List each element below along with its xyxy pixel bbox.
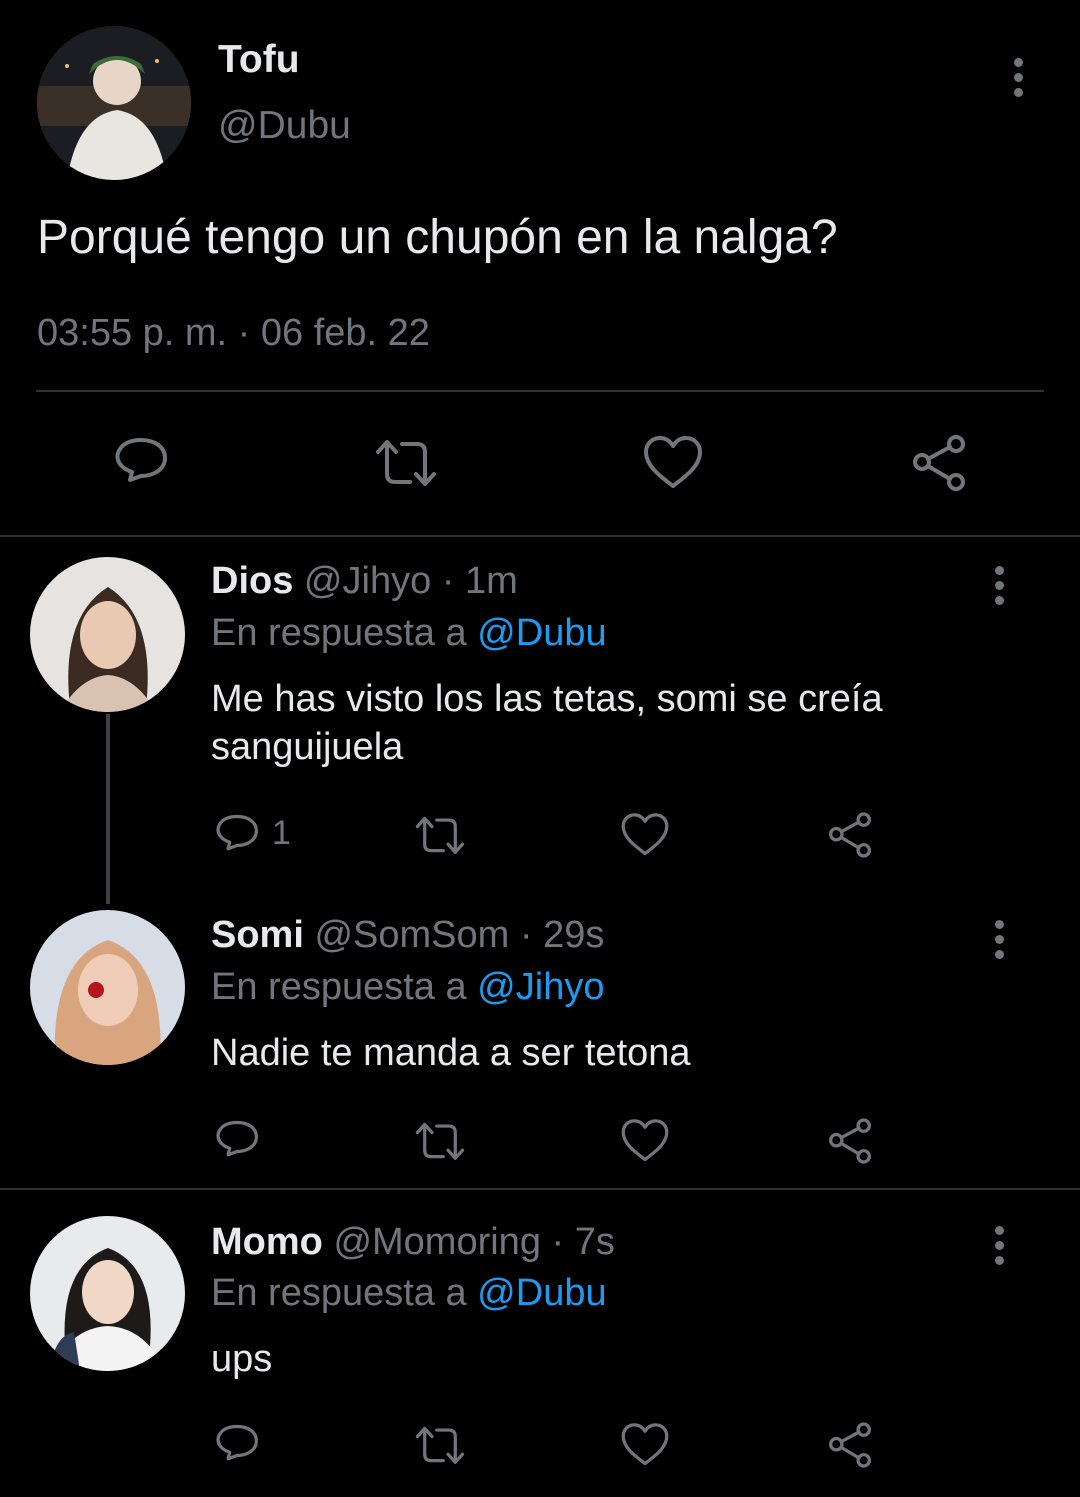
- reply1-text-line2: sanguijuela: [211, 726, 404, 768]
- share-icon[interactable]: [825, 810, 875, 860]
- reply1-time[interactable]: · 1m: [442, 560, 518, 602]
- main-timestamp[interactable]: 03:55 p. m. · 06 feb. 22: [37, 312, 430, 355]
- reply1-display-name[interactable]: Dios: [211, 560, 293, 602]
- reply3-replying-prefix: En respuesta a: [211, 1272, 467, 1314]
- main-display-name[interactable]: Tofu: [218, 38, 300, 82]
- reply-icon[interactable]: [110, 432, 172, 494]
- reply2-time[interactable]: · 29s: [520, 914, 604, 956]
- avatar-somi-image: [30, 910, 185, 1065]
- retweet-icon[interactable]: [411, 1118, 469, 1164]
- reply2-replying-prefix: En respuesta a: [211, 966, 467, 1008]
- reply1-replying-handle[interactable]: @Dubu: [477, 612, 606, 654]
- reply3-text: ups: [211, 1338, 273, 1380]
- like-icon[interactable]: [620, 810, 670, 860]
- avatar-tofu-image: [37, 26, 191, 180]
- reply2-replying-to: En respuesta a @Jihyo: [211, 966, 604, 1009]
- thread-line: [106, 714, 110, 904]
- retweet-icon[interactable]: [370, 434, 442, 492]
- avatar-somi[interactable]: [30, 910, 185, 1065]
- share-icon[interactable]: [825, 1116, 875, 1166]
- reply1-replying-prefix: En respuesta a: [211, 612, 467, 654]
- like-icon[interactable]: [642, 432, 704, 494]
- reply1-header: Dios @Jihyo · 1m: [211, 560, 518, 603]
- reply1-handle[interactable]: @Jihyo: [304, 560, 431, 602]
- retweet-icon[interactable]: [411, 1422, 469, 1468]
- avatar-momo-image: [30, 1216, 185, 1371]
- like-icon[interactable]: [620, 1116, 670, 1166]
- reply3-replying-to: En respuesta a @Dubu: [211, 1272, 607, 1315]
- reply1-replying-to: En respuesta a @Dubu: [211, 612, 607, 655]
- reply3-display-name[interactable]: Momo: [211, 1221, 323, 1263]
- main-more-icon[interactable]: [1012, 58, 1024, 97]
- main-divider: [36, 390, 1044, 392]
- avatar-dios[interactable]: [30, 557, 185, 712]
- main-tweet-text: Porqué tengo un chupón en la nalga?: [37, 211, 838, 264]
- reply2-display-name[interactable]: Somi: [211, 914, 304, 956]
- reply3-replying-handle[interactable]: @Dubu: [477, 1272, 606, 1314]
- reply3-more-icon[interactable]: [993, 1226, 1005, 1265]
- reply3-handle[interactable]: @Momoring: [333, 1221, 541, 1263]
- avatar-momo[interactable]: [30, 1216, 185, 1371]
- reply2-replying-handle[interactable]: @Jihyo: [477, 966, 604, 1008]
- reply2-text: Nadie te manda a ser tetona: [211, 1032, 691, 1074]
- avatar-dios-image: [30, 557, 185, 712]
- share-icon[interactable]: [825, 1420, 875, 1470]
- reply-icon[interactable]: [212, 810, 262, 860]
- avatar-tofu[interactable]: [37, 26, 191, 180]
- reply3-time[interactable]: · 7s: [552, 1221, 615, 1263]
- retweet-icon[interactable]: [411, 812, 469, 858]
- reply3-header: Momo @Momoring · 7s: [211, 1221, 615, 1264]
- reply1-more-icon[interactable]: [993, 566, 1005, 605]
- main-handle[interactable]: @Dubu: [218, 104, 351, 148]
- section-divider: [0, 535, 1080, 537]
- like-icon[interactable]: [620, 1420, 670, 1470]
- share-icon[interactable]: [908, 432, 970, 494]
- reply-icon[interactable]: [212, 1116, 262, 1166]
- reply2-more-icon[interactable]: [993, 920, 1005, 959]
- reply-icon[interactable]: [212, 1420, 262, 1470]
- reply1-reply-count: 1: [272, 814, 291, 852]
- reply2-handle[interactable]: @SomSom: [314, 914, 509, 956]
- section-divider: [0, 1188, 1080, 1190]
- reply1-text-line1: Me has visto los las tetas, somi se creí…: [211, 678, 883, 720]
- reply2-header: Somi @SomSom · 29s: [211, 914, 604, 957]
